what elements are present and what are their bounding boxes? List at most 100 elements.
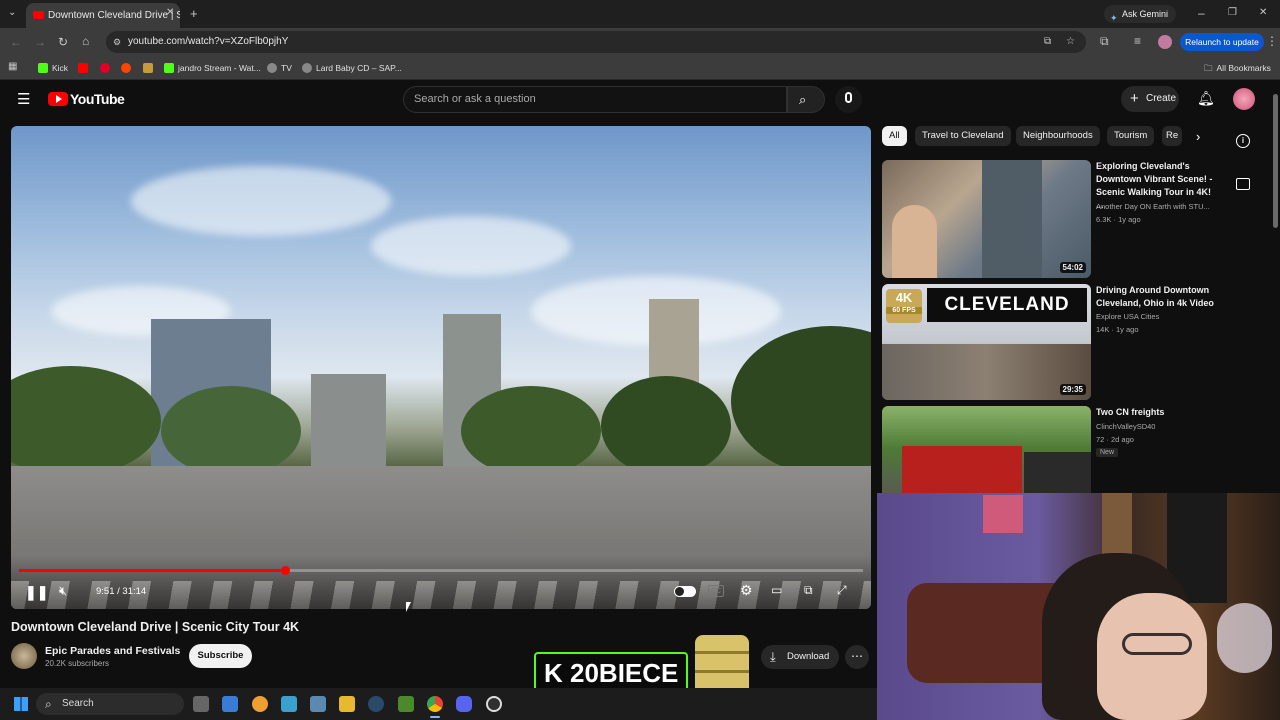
search-icon: ⌕ bbox=[799, 92, 807, 107]
home-icon[interactable]: ⌂ bbox=[82, 35, 89, 47]
task-view-icon[interactable] bbox=[193, 696, 209, 712]
channel-avatar[interactable] bbox=[11, 643, 37, 669]
notifications-bell-icon[interactable]: 🔔︎ bbox=[1197, 91, 1215, 105]
cast-icon[interactable]: ⧉ bbox=[804, 584, 813, 596]
minimize-icon[interactable]: – bbox=[1198, 7, 1205, 19]
windows-start-icon[interactable] bbox=[14, 697, 28, 711]
calculator-icon[interactable] bbox=[310, 696, 326, 712]
chip-travel-to-cleveland[interactable]: Travel to Cleveland bbox=[915, 126, 1011, 146]
minecraft-icon[interactable] bbox=[398, 696, 414, 712]
restore-icon[interactable]: ❐ bbox=[1228, 8, 1237, 18]
create-label: Create bbox=[1146, 93, 1177, 104]
subscribe-label: Subscribe bbox=[197, 650, 244, 661]
mute-icon[interactable]: 🔇︎ bbox=[59, 584, 67, 597]
rec-channel[interactable]: Another Day ON Earth with STU... bbox=[1096, 201, 1220, 213]
all-bookmarks[interactable]: 🗀 All Bookmarks bbox=[1204, 61, 1271, 75]
tab-search-icon[interactable]: ⌄ bbox=[8, 8, 16, 18]
obs-icon[interactable] bbox=[486, 696, 502, 712]
rec-channel[interactable]: ClinchValleySD40 bbox=[1096, 421, 1220, 433]
taskbar-search[interactable]: ⌕ Search bbox=[36, 693, 184, 715]
video-player[interactable]: ❚❚ 🔇︎ 9:51 / 31:14 cc ⚙ ▭ ⧉ ⤢ bbox=[11, 126, 871, 609]
account-avatar[interactable] bbox=[1233, 88, 1255, 110]
more-horizontal-icon: ⋯ bbox=[851, 649, 863, 663]
profile-avatar[interactable] bbox=[1158, 35, 1172, 49]
youtube-play-triangle-icon bbox=[56, 95, 62, 103]
search-input[interactable]: Search or ask a question bbox=[403, 86, 787, 113]
file-explorer-icon[interactable] bbox=[339, 696, 355, 712]
tab-active[interactable]: Downtown Cleveland Drive | Sc bbox=[26, 3, 180, 28]
chrome-icon[interactable] bbox=[427, 696, 443, 712]
chip-neighbourhoods[interactable]: Neighbourhoods bbox=[1016, 126, 1100, 146]
youtube-header: ☰ YouTube Search or ask a question ⌕ + C… bbox=[0, 80, 1280, 118]
forward-icon[interactable]: → bbox=[34, 36, 46, 48]
badge-fps-label: 60 FPS bbox=[886, 307, 922, 314]
chat-icon[interactable] bbox=[1236, 178, 1250, 190]
bookmark-star-icon[interactable]: ☆ bbox=[1066, 31, 1075, 53]
chip-partial[interactable]: Re bbox=[1162, 126, 1182, 146]
back-icon[interactable]: ← bbox=[10, 36, 22, 48]
miniplayer-icon[interactable]: ▭ bbox=[771, 584, 782, 596]
ask-gemini-button[interactable]: ✦ Ask Gemini bbox=[1104, 5, 1177, 23]
pause-icon[interactable]: ❚❚ bbox=[25, 585, 48, 599]
weather-icon[interactable] bbox=[252, 696, 268, 712]
more-actions-button[interactable]: ⋯ bbox=[845, 645, 869, 669]
rec-thumbnail[interactable]: 54:02 bbox=[882, 160, 1091, 278]
rec-channel[interactable]: Explore USA Cities bbox=[1096, 311, 1220, 323]
chip-tourism[interactable]: Tourism bbox=[1107, 126, 1155, 146]
progress-scrubber[interactable] bbox=[280, 566, 290, 575]
bookmark-tv[interactable]: TV bbox=[267, 61, 292, 75]
chips-next-icon[interactable]: › bbox=[1196, 130, 1200, 143]
ask-gemini-label: Ask Gemini bbox=[1122, 9, 1169, 19]
address-bar[interactable]: ⚙ youtube.com/watch?v=XZoFlb0pjhY ⧉ ☆ bbox=[106, 31, 1086, 53]
photos-icon[interactable] bbox=[281, 696, 297, 712]
new-tab-icon[interactable]: + bbox=[190, 7, 198, 20]
discord-icon[interactable] bbox=[456, 696, 472, 712]
search-button[interactable]: ⌕ bbox=[787, 86, 825, 113]
scrollbar[interactable] bbox=[1273, 94, 1278, 228]
settings-gear-icon[interactable]: ⚙ bbox=[740, 583, 753, 597]
browser-toolbar: ← → ↻ ⌂ ⚙ youtube.com/watch?v=XZoFlb0pjh… bbox=[0, 28, 1280, 56]
install-app-icon[interactable]: ⧉ bbox=[1044, 31, 1051, 53]
info-icon[interactable]: i bbox=[1236, 134, 1250, 148]
bookmark-reddit[interactable] bbox=[121, 61, 135, 75]
channel-name[interactable]: Epic Parades and Festivals bbox=[45, 645, 180, 657]
youtube-wordmark: YouTube bbox=[70, 91, 125, 107]
stream-tag: K 20BIECE bbox=[544, 658, 679, 688]
progress-track[interactable] bbox=[19, 566, 863, 575]
globe-icon bbox=[302, 63, 312, 73]
bookmark-label: Lard Baby CD – SAP... bbox=[316, 63, 402, 73]
mouse-cursor-icon bbox=[406, 602, 411, 612]
video-duration: 54:02 bbox=[1059, 262, 1086, 273]
create-button[interactable]: + Create bbox=[1121, 86, 1179, 112]
reddit-icon bbox=[121, 63, 131, 73]
autoplay-toggle[interactable] bbox=[674, 586, 696, 597]
window-close-icon[interactable]: ✕ bbox=[1259, 8, 1267, 18]
reload-icon[interactable]: ↻ bbox=[58, 36, 68, 48]
bookmark-youtube[interactable] bbox=[78, 61, 92, 75]
apps-grid-icon[interactable]: ▦ bbox=[8, 62, 17, 72]
rec-thumbnail[interactable] bbox=[882, 406, 1091, 493]
fullscreen-icon[interactable]: ⤢ bbox=[837, 584, 847, 596]
rec-title[interactable]: Two CN freights bbox=[1096, 406, 1220, 419]
reading-list-icon[interactable]: ≡ bbox=[1134, 35, 1141, 47]
bookmark-site[interactable] bbox=[143, 61, 157, 75]
voice-search-button[interactable] bbox=[835, 86, 862, 113]
site-info-icon[interactable]: ⚙ bbox=[113, 31, 121, 53]
relaunch-button[interactable]: Relaunch to update bbox=[1180, 33, 1264, 51]
rec-title[interactable]: Driving Around Downtown Cleveland, Ohio … bbox=[1096, 284, 1220, 310]
menu-kebab-icon[interactable]: ⋮ bbox=[1266, 35, 1278, 47]
chip-all[interactable]: All bbox=[882, 126, 907, 146]
subscribe-button[interactable]: Subscribe bbox=[189, 644, 252, 668]
tab-close-icon[interactable]: ✕ bbox=[166, 8, 174, 18]
download-button[interactable]: ⤓ Download bbox=[761, 645, 839, 669]
bookmark-kick[interactable]: Kick bbox=[38, 61, 68, 75]
extensions-icon[interactable]: ⧉ bbox=[1100, 35, 1109, 47]
captions-icon[interactable]: cc bbox=[708, 585, 724, 597]
bookmark-lard-baby[interactable]: Lard Baby CD – SAP... bbox=[302, 61, 402, 75]
widgets-icon[interactable] bbox=[222, 696, 238, 712]
bookmark-pinterest[interactable] bbox=[100, 61, 114, 75]
steam-icon[interactable] bbox=[368, 696, 384, 712]
hamburger-menu-icon[interactable]: ☰ bbox=[17, 92, 30, 107]
bookmark-jandro[interactable]: jandro Stream - Wat... bbox=[164, 61, 261, 75]
rec-thumbnail[interactable]: 4K 60 FPS CLEVELAND 29:35 bbox=[882, 284, 1091, 400]
